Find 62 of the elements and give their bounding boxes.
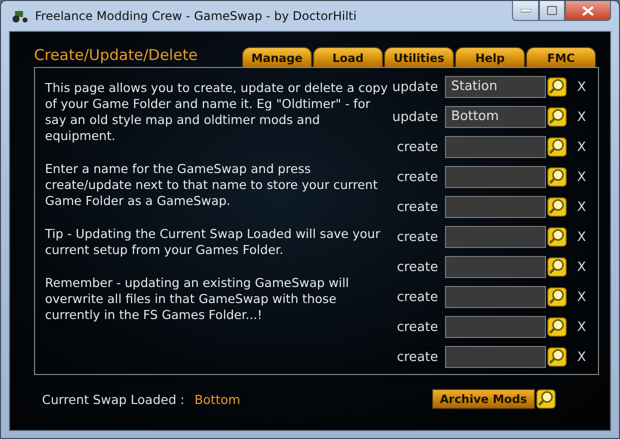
delete-button[interactable]: X	[575, 260, 588, 274]
tab[interactable]: Load	[313, 47, 383, 67]
maximize-icon	[547, 6, 557, 15]
search-icon[interactable]	[547, 317, 568, 337]
name-field[interactable]	[445, 346, 546, 368]
maximize-button[interactable]	[539, 1, 565, 21]
delete-button[interactable]: X	[575, 230, 588, 244]
search-icon[interactable]	[547, 257, 568, 277]
name-field[interactable]	[445, 226, 546, 248]
action-link[interactable]: create	[396, 170, 438, 184]
action-link[interactable]: update	[392, 80, 438, 94]
name-field[interactable]	[445, 286, 546, 308]
archive-button[interactable]: Archive Mods	[432, 389, 535, 409]
search-icon[interactable]	[547, 107, 568, 127]
delete-button[interactable]: X	[575, 350, 588, 364]
delete-button[interactable]: X	[575, 290, 588, 304]
name-field[interactable]	[445, 316, 546, 338]
search-icon[interactable]	[547, 77, 568, 97]
close-button[interactable]	[565, 1, 611, 21]
instruction-text: Enter a name for the GameSwap and press create/update next to that name to store your current Game Folder as a GameSwap.	[45, 161, 379, 209]
search-icon[interactable]	[547, 347, 568, 367]
close-icon	[582, 6, 594, 16]
tab[interactable]: Utilities	[384, 47, 454, 67]
action-link[interactable]: create	[396, 260, 438, 274]
action-link[interactable]: create	[396, 140, 438, 154]
tab[interactable]: FMC	[526, 47, 596, 67]
action-link[interactable]: create	[396, 200, 438, 214]
name-field[interactable]	[445, 166, 546, 188]
action-link[interactable]: create	[396, 230, 438, 244]
delete-button[interactable]: X	[575, 110, 588, 124]
search-icon[interactable]	[547, 197, 568, 217]
tab[interactable]: Help	[455, 47, 525, 67]
name-field[interactable]: Station	[445, 76, 546, 98]
tab[interactable]: Manage	[242, 47, 312, 67]
search-icon[interactable]	[547, 287, 568, 307]
minimize-button[interactable]	[512, 1, 539, 21]
window-title: Freelance Modding Crew - GameSwap - by DoctorHilti	[35, 9, 358, 23]
search-icon[interactable]	[547, 227, 568, 247]
name-field[interactable]: Bottom	[445, 106, 546, 128]
delete-button[interactable]: X	[575, 200, 588, 214]
action-link[interactable]: create	[396, 290, 438, 304]
instruction-text: Remember - updating an existing GameSwap will overwrite all files in that GameSwap with those currently in the FS Games Folder...!	[45, 275, 350, 323]
instruction-text: Tip - Updating the Current Swap Loaded will save your current setup from your Games Folder.	[45, 226, 382, 258]
action-link[interactable]: create	[396, 320, 438, 334]
minimize-icon	[520, 8, 530, 12]
section-title: Create/Update/Delete	[34, 46, 198, 66]
name-field[interactable]	[445, 136, 546, 158]
action-link[interactable]: create	[396, 350, 438, 364]
search-icon[interactable]	[547, 137, 568, 157]
status-label: Current Swap Loaded :	[42, 392, 184, 406]
name-field[interactable]	[445, 256, 546, 278]
status-value: Bottom	[194, 392, 242, 406]
search-icon[interactable]	[547, 167, 568, 187]
delete-button[interactable]: X	[575, 140, 588, 154]
tractor-icon	[11, 9, 29, 23]
instruction-text: This page allows you to create, update or delete a copy of your Game Folder and name it. Eg "Oldtimer" - for say an old style map and oldtimer mods and equipment.	[45, 80, 389, 144]
name-field[interactable]	[445, 196, 546, 218]
delete-button[interactable]: X	[575, 320, 588, 334]
delete-button[interactable]: X	[575, 170, 588, 184]
search-icon[interactable]	[536, 389, 556, 409]
delete-button[interactable]: X	[575, 80, 588, 94]
action-link[interactable]: update	[392, 110, 438, 124]
